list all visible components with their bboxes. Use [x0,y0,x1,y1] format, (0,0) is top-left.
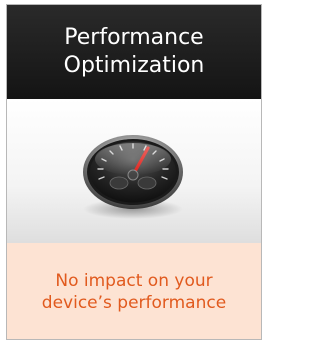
card-header: Performance Optimization [7,5,261,99]
speedometer-icon [83,135,183,219]
feature-card: Performance Optimization No impact on yo… [6,4,262,340]
card-title: Performance Optimization [63,25,205,78]
card-caption: No impact on your device’s performance [41,271,227,313]
card-footer: No impact on your device’s performance [7,243,261,339]
gauge-panel [7,99,261,243]
